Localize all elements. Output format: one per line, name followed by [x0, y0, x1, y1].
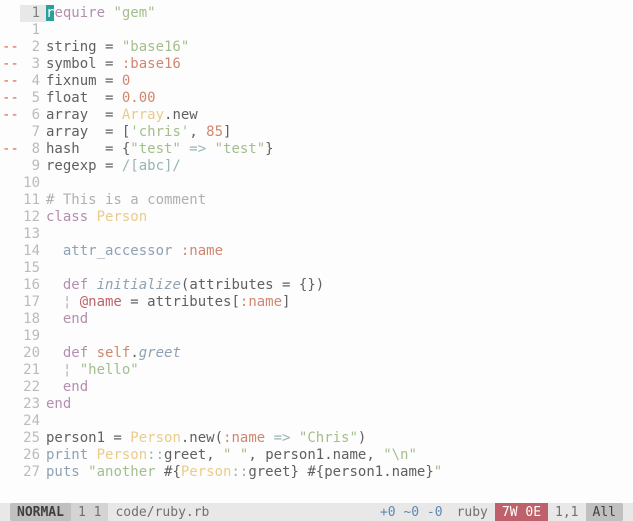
code-content: require "gem": [46, 5, 633, 22]
code-line: 23end: [0, 396, 633, 413]
code-line: 9regexp = /[abc]/: [0, 158, 633, 175]
code-line: --3symbol = :base16: [0, 56, 633, 73]
code-line: 16 def initialize(attributes = {}): [0, 277, 633, 294]
sign-column: [0, 5, 20, 22]
status-line: NORMAL 1 1 code/ruby.rb +0 ~0 -0 ruby 7W…: [0, 503, 633, 521]
line-number: 1: [20, 5, 46, 22]
status-mode: NORMAL: [10, 503, 71, 521]
code-line: 14 attr_accessor :name: [0, 243, 633, 260]
status-git-hunks: +0 ~0 -0: [373, 503, 450, 521]
code-line: 17 ¦ @name = attributes[:name]: [0, 294, 633, 311]
status-filename: code/ruby.rb: [108, 503, 216, 521]
code-line: 24: [0, 413, 633, 430]
status-lint: 7W 0E: [495, 503, 548, 521]
code-line: --8hash = {"test" => "test"}: [0, 141, 633, 158]
vim-editor: 1require "gem" 1 --2string = "base16" --…: [0, 0, 633, 521]
status-filetype: ruby: [450, 503, 495, 521]
code-line: --2string = "base16": [0, 39, 633, 56]
code-line: 1require "gem": [0, 5, 633, 22]
code-line: 10: [0, 175, 633, 192]
code-line: 7array = ['chris', 85]: [0, 124, 633, 141]
code-line: 19: [0, 328, 633, 345]
code-line: 20 def self.greet: [0, 345, 633, 362]
code-line: 18 end: [0, 311, 633, 328]
code-line: 15: [0, 260, 633, 277]
code-line: 11# This is a comment: [0, 192, 633, 209]
code-line: --4fixnum = 0: [0, 73, 633, 90]
sign-warning: --: [0, 39, 20, 56]
status-percent: All: [586, 503, 623, 521]
code-line: 13: [0, 226, 633, 243]
code-area[interactable]: 1require "gem" 1 --2string = "base16" --…: [0, 0, 633, 503]
code-line: 21 ¦ "hello": [0, 362, 633, 379]
code-line: --6array = Array.new: [0, 107, 633, 124]
code-line: --5float = 0.00: [0, 90, 633, 107]
code-line: 22 end: [0, 379, 633, 396]
code-line: 1: [0, 22, 633, 39]
code-line: 12class Person: [0, 209, 633, 226]
code-line: 25person1 = Person.new(:name => "Chris"): [0, 430, 633, 447]
status-rowcol: 1,1: [548, 503, 585, 521]
code-line: 27puts "another #{Person::greet} #{perso…: [0, 464, 633, 481]
status-altpos: 1 1: [71, 503, 108, 521]
code-line: 26print Person::greet, " ", person1.name…: [0, 447, 633, 464]
